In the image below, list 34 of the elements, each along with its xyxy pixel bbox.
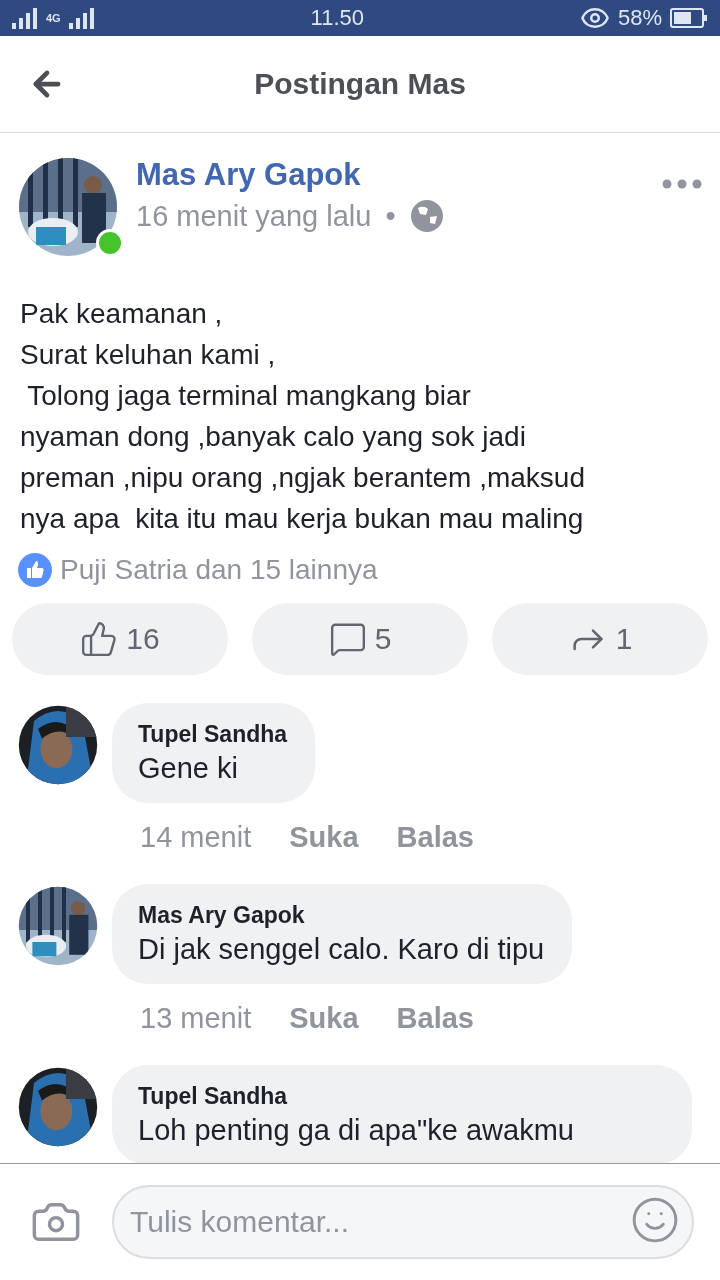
- clock-time: 11.50: [310, 5, 365, 31]
- like-button[interactable]: 16: [12, 603, 228, 675]
- like-reaction-icon: [18, 553, 52, 587]
- network-label: 4G: [46, 12, 61, 24]
- comment-text: Loh penting ga di apa"ke awakmu: [138, 1114, 575, 1147]
- separator-dot: •: [385, 199, 396, 233]
- comment-time: 14 menit: [140, 821, 252, 854]
- signal-icon: [12, 7, 38, 29]
- battery-percent: 58%: [617, 5, 662, 31]
- commenter-name[interactable]: Mas Ary Gapok: [138, 902, 545, 929]
- comment-input-field[interactable]: Tulis komentar...: [112, 1185, 694, 1259]
- more-options-icon[interactable]: [662, 179, 702, 189]
- battery-icon: [670, 8, 708, 28]
- emoji-button[interactable]: [630, 1195, 680, 1245]
- post-time: 16 menit yang lalu: [136, 199, 372, 233]
- signal-icon: [68, 7, 95, 29]
- thumbs-up-icon: [80, 620, 119, 658]
- reply-link[interactable]: Balas: [396, 1002, 474, 1035]
- comment-text: Di jak senggel calo. Karo di tipu: [138, 933, 545, 966]
- commenter-name[interactable]: Tupel Sandha: [138, 1083, 664, 1110]
- comment-time: 13 menit: [140, 1002, 252, 1035]
- share-button[interactable]: 1: [492, 603, 708, 675]
- like-link[interactable]: Suka: [289, 821, 359, 854]
- like-link[interactable]: Suka: [289, 1002, 359, 1035]
- globe-icon: [409, 199, 444, 233]
- author-name[interactable]: Mas Ary Gapok: [136, 157, 644, 193]
- smiley-icon: [630, 1195, 680, 1245]
- page-title: Postingan Mas: [253, 67, 467, 101]
- reply-link[interactable]: Balas: [396, 821, 474, 854]
- comment-text: Gene ki: [138, 752, 239, 785]
- post-text: Pak keamanan , Surat keluhan kami , Tolong jaga terminal mangkang biar nyaman dong ,banyak calo yang sok jadi preman ,nipu orang ,ngjak berantem ,maksud nya apa kita itu mau kerja bukan mau maling: [19, 297, 586, 536]
- comment-button[interactable]: 5: [252, 603, 468, 675]
- commenter-name[interactable]: Tupel Sandha: [138, 721, 288, 748]
- reaction-summary[interactable]: Puji Satria dan 15 lainnya: [60, 554, 378, 586]
